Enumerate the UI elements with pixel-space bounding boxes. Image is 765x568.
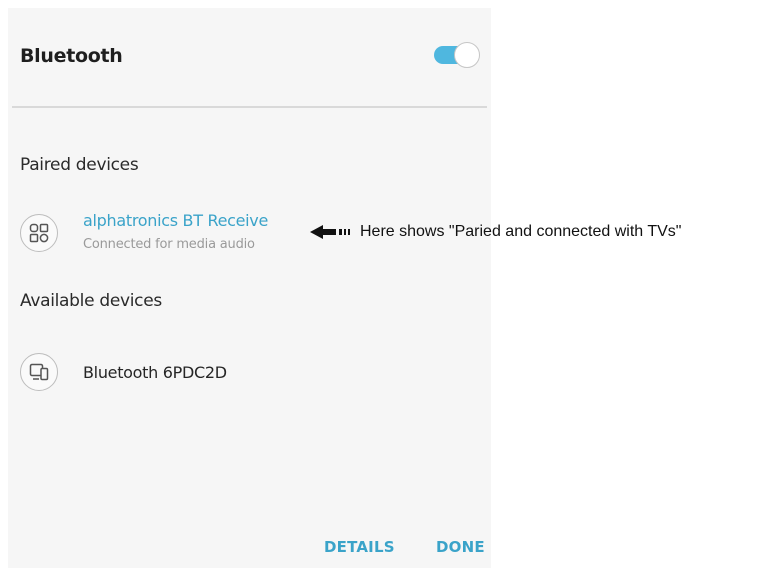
available-devices-heading: Available devices bbox=[20, 291, 162, 311]
details-button[interactable]: DETAILS bbox=[324, 538, 395, 556]
screenshot-stage: Bluetooth Paired devices alphatronics BT… bbox=[0, 0, 765, 568]
available-device-name: Bluetooth 6PDC2D bbox=[83, 363, 227, 382]
annotation-callout: Here shows "Paried and connected with TV… bbox=[310, 221, 681, 243]
annotation-text: Here shows "Paried and connected with TV… bbox=[360, 223, 682, 240]
paired-device-name: alphatronics BT Receive bbox=[83, 211, 269, 230]
dialog-title: Bluetooth bbox=[20, 45, 123, 67]
paired-device-status: Connected for media audio bbox=[83, 237, 255, 252]
bluetooth-toggle[interactable] bbox=[432, 42, 480, 68]
arrow-left-icon bbox=[310, 225, 350, 239]
bluetooth-dialog: Bluetooth Paired devices alphatronics BT… bbox=[8, 8, 491, 568]
paired-devices-heading: Paired devices bbox=[20, 155, 139, 175]
available-device-item[interactable]: Bluetooth 6PDC2D bbox=[8, 342, 491, 406]
toggle-thumb bbox=[454, 42, 480, 68]
dialog-header: Bluetooth bbox=[8, 8, 491, 106]
devices-icon bbox=[20, 353, 58, 391]
multi-device-icon bbox=[20, 214, 58, 252]
done-button[interactable]: DONE bbox=[436, 538, 485, 556]
header-divider bbox=[12, 106, 487, 108]
